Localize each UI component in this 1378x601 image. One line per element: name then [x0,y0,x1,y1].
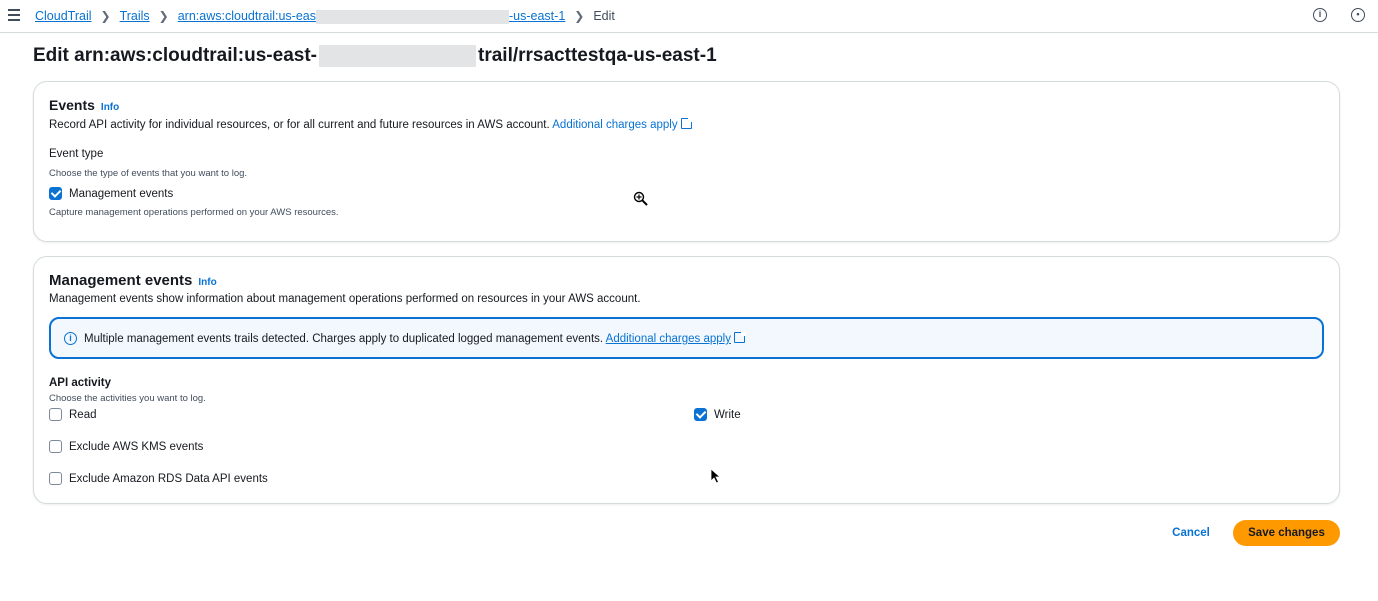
settings-icon[interactable]: • [1351,8,1365,22]
write-checkbox[interactable]: Write [694,408,741,421]
checkbox-checked-icon [49,187,62,200]
alert-message: Multiple management events trails detect… [84,331,746,345]
exclude-kms-checkbox[interactable]: Exclude AWS KMS events [49,440,203,453]
mouse-pointer-icon [710,468,722,484]
management-info-link[interactable]: Info [198,277,216,288]
events-container: Events Info Record API activity for indiv… [33,81,1340,242]
chevron-right-icon: ❯ [100,9,111,24]
management-events-container: Management events Info Management events … [33,256,1340,504]
arn-suffix: -us-east-1 [509,9,566,23]
management-events-checkbox[interactable]: Management events [49,187,173,200]
api-activity-label: API activity [49,377,111,389]
checkbox-unchecked-icon [49,408,62,421]
page-title-prefix: Edit arn:aws:cloudtrail:us-east- [33,45,317,66]
checkbox-checked-icon [694,408,707,421]
arn-prefix: arn:aws:cloudtrail:us-eas [177,9,316,23]
exclude-kms-checkbox-label: Exclude AWS KMS events [69,440,204,453]
events-description: Record API activity for individual resou… [49,117,693,131]
read-checkbox-label: Read [69,408,97,421]
cancel-button[interactable]: Cancel [1166,520,1216,546]
event-type-label: Event type [49,148,104,160]
read-checkbox[interactable]: Read [49,408,97,421]
external-link-icon [733,331,746,343]
chevron-right-icon: ❯ [158,9,169,24]
management-events-description: Management events show information about… [49,293,641,305]
redacted-region [316,9,509,24]
page-title: Edit arn:aws:cloudtrail:us-east- trail/r… [33,45,717,67]
exclude-rds-checkbox[interactable]: Exclude Amazon RDS Data API events [49,472,268,485]
additional-charges-link-text: Additional charges apply [552,119,678,131]
top-nav-bar: CloudTrail ❯ Trails ❯ arn:aws:cloudtrail… [0,0,1378,33]
alert-message-text: Multiple management events trails detect… [84,333,604,345]
menu-icon[interactable] [8,9,20,21]
management-events-checkbox-label: Management events [69,187,174,200]
checkbox-unchecked-icon [49,472,62,485]
additional-charges-link[interactable]: Additional charges apply [552,117,693,131]
zoom-cursor-icon [633,191,648,206]
alert-charges-link-text: Additional charges apply [605,333,731,345]
management-events-hint: Capture management operations performed … [49,207,339,218]
alert-charges-link[interactable]: Additional charges apply [605,331,746,345]
events-heading: Events Info [49,97,119,113]
management-events-heading-text: Management events [49,272,193,289]
api-activity-hint: Choose the activities you want to log. [49,393,206,404]
page-title-suffix: trail/rrsacttestqa-us-east-1 [478,45,717,66]
breadcrumb-trail-arn-link[interactable]: arn:aws:cloudtrail:us-eas -us-east-1 [177,9,566,24]
breadcrumb-trails-link[interactable]: Trails [120,9,150,23]
events-description-text: Record API activity for individual resou… [49,119,550,131]
info-icon[interactable]: i [1313,8,1327,22]
events-heading-text: Events [49,97,95,113]
management-events-heading: Management events Info [49,272,217,289]
checkbox-unchecked-icon [49,440,62,453]
breadcrumb-cloudtrail-link[interactable]: CloudTrail [35,9,92,23]
chevron-right-icon: ❯ [574,9,585,24]
event-type-hint: Choose the type of events that you want … [49,168,248,179]
duplicate-trails-alert: i Multiple management events trails dete… [49,317,1324,359]
exclude-rds-checkbox-label: Exclude Amazon RDS Data API events [69,472,268,485]
save-changes-button[interactable]: Save changes [1233,520,1340,546]
write-checkbox-label: Write [714,408,741,421]
events-info-link[interactable]: Info [101,102,119,113]
external-link-icon [680,117,693,129]
redacted-region [319,45,476,67]
info-icon: i [64,332,77,345]
breadcrumb: CloudTrail ❯ Trails ❯ arn:aws:cloudtrail… [35,9,615,24]
breadcrumb-current: Edit [593,9,615,24]
